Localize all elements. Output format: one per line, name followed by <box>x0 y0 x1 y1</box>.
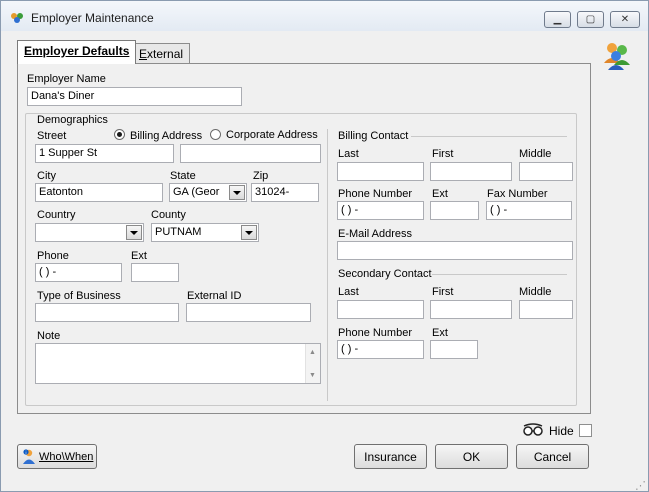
chevron-down-icon <box>245 230 253 235</box>
secondary-phone-label: Phone Number <box>338 327 412 339</box>
billing-address-label: Billing Address <box>130 130 203 142</box>
country-select[interactable] <box>35 223 144 242</box>
billing-email-input[interactable] <box>337 241 573 260</box>
secondary-last-label: Last <box>338 286 359 298</box>
billing-first-input[interactable] <box>430 162 512 181</box>
note-label: Note <box>37 330 61 342</box>
billing-contact-title: Billing Contact <box>338 130 409 142</box>
secondary-first-label: First <box>432 286 454 298</box>
corporate-address-label: Corporate Address <box>226 129 318 141</box>
corporate-address-radio[interactable] <box>210 129 221 140</box>
city-label: City <box>37 170 56 182</box>
note-scrollbar[interactable]: ▲ ▼ <box>305 344 320 383</box>
secondary-contact-line <box>432 274 567 275</box>
country-dropdown-button[interactable] <box>126 225 142 240</box>
external-id-input[interactable] <box>186 303 311 322</box>
billing-email-label: E-Mail Address <box>338 228 412 240</box>
ext-label: Ext <box>131 250 147 262</box>
country-label: Country <box>37 209 76 221</box>
ext-input[interactable] <box>131 263 179 282</box>
billing-last-input[interactable] <box>337 162 424 181</box>
phone-label: Phone <box>37 250 69 262</box>
billing-fax-input[interactable]: ( ) - <box>486 201 572 220</box>
billing-first-label: First <box>432 148 454 160</box>
minimize-button[interactable]: ▁ <box>544 11 571 28</box>
ok-button[interactable]: OK <box>435 444 508 469</box>
secondary-middle-input[interactable] <box>519 300 573 319</box>
type-of-business-label: Type of Business <box>37 290 121 302</box>
maximize-icon: ▢ <box>585 14 596 25</box>
scroll-down-icon[interactable]: ▼ <box>309 372 316 379</box>
billing-phone-input[interactable]: ( ) - <box>337 201 424 220</box>
hide-label: Hide <box>549 424 574 438</box>
zip-input[interactable]: 31024- <box>251 183 319 202</box>
users-icon <box>604 43 630 70</box>
demographics-title: Demographics <box>35 114 110 126</box>
tab-employer-defaults[interactable]: Employer Defaults <box>17 40 137 64</box>
billing-middle-input[interactable] <box>519 162 573 181</box>
billing-last-label: Last <box>338 148 359 160</box>
chevron-down-icon <box>130 230 138 235</box>
county-value: PUTNAM <box>155 226 202 238</box>
billing-address-radio[interactable] <box>114 129 125 140</box>
state-value: GA (Geor <box>173 186 220 198</box>
street-label: Street <box>37 130 67 142</box>
street2-input[interactable] <box>180 144 321 163</box>
note-textarea[interactable]: ▲ ▼ <box>35 343 321 384</box>
title-bar[interactable]: Employer Maintenance ▁ ▢ ✕ <box>1 1 648 31</box>
county-dropdown-button[interactable] <box>241 225 257 240</box>
secondary-last-input[interactable] <box>337 300 424 319</box>
employer-name-label: Employer Name <box>27 73 106 85</box>
close-icon: ✕ <box>620 14 630 25</box>
billing-fax-label: Fax Number <box>487 188 548 200</box>
billing-ext-input[interactable] <box>430 201 479 220</box>
county-select[interactable]: PUTNAM <box>151 223 259 242</box>
svg-text:i: i <box>25 450 26 456</box>
who-when-button[interactable]: i Who\When <box>17 444 97 469</box>
minimize-icon: ▁ <box>553 14 562 25</box>
secondary-phone-input[interactable]: ( ) - <box>337 340 424 359</box>
tab-external-label: xternal <box>147 47 184 61</box>
state-label: State <box>170 170 196 182</box>
window-title: Employer Maintenance <box>31 11 154 25</box>
phone-input[interactable]: ( ) - <box>35 263 122 282</box>
secondary-middle-label: Middle <box>519 286 552 298</box>
who-when-label: Who\When <box>39 450 94 463</box>
chevron-down-icon <box>233 190 241 195</box>
hide-checkbox[interactable] <box>579 424 592 437</box>
employer-maintenance-window: Employer Maintenance ▁ ▢ ✕ Employer Defa… <box>0 0 649 492</box>
insurance-button[interactable]: Insurance <box>354 444 427 469</box>
maximize-button[interactable]: ▢ <box>577 11 604 28</box>
billing-contact-line <box>411 136 567 137</box>
column-divider <box>327 129 328 401</box>
close-button[interactable]: ✕ <box>610 11 640 28</box>
glasses-icon <box>523 423 543 436</box>
cancel-button[interactable]: Cancel <box>516 444 589 469</box>
info-person-icon: i <box>23 448 35 464</box>
state-dropdown-button[interactable] <box>229 185 245 200</box>
billing-ext-label: Ext <box>432 188 448 200</box>
tab-external[interactable]: External <box>132 43 191 65</box>
external-id-label: External ID <box>187 290 242 302</box>
resize-grip-icon[interactable]: ⋰ <box>635 479 646 492</box>
employer-name-input[interactable]: Dana's Diner <box>27 87 242 106</box>
county-label: County <box>151 209 186 221</box>
zip-label: Zip <box>253 170 269 182</box>
secondary-ext-label: Ext <box>432 327 448 339</box>
state-select[interactable]: GA (Geor <box>169 183 247 202</box>
city-input[interactable]: Eatonton <box>35 183 163 202</box>
street-input[interactable]: 1 Supper St <box>35 144 174 163</box>
secondary-ext-input[interactable] <box>430 340 478 359</box>
billing-middle-label: Middle <box>519 148 552 160</box>
billing-phone-label: Phone Number <box>338 188 412 200</box>
type-of-business-input[interactable] <box>35 303 179 322</box>
secondary-contact-title: Secondary Contact <box>338 268 432 280</box>
secondary-first-input[interactable] <box>430 300 512 319</box>
app-icon <box>11 13 23 23</box>
scroll-up-icon[interactable]: ▲ <box>309 349 316 356</box>
tab-external-accesskey: E <box>139 47 148 61</box>
